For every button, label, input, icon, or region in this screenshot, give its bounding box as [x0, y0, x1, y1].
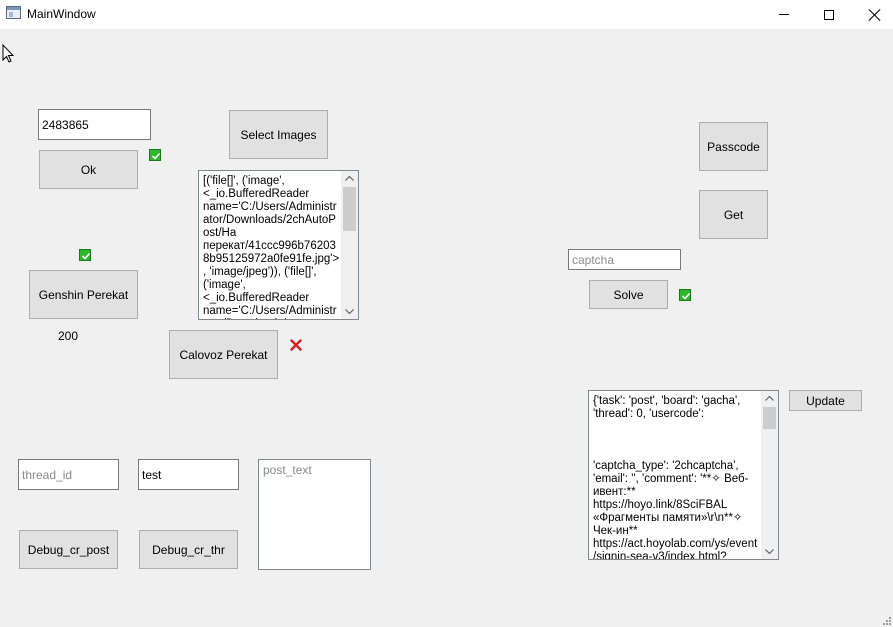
images-scrollbar[interactable]	[341, 171, 358, 319]
update-button[interactable]: Update	[789, 390, 862, 411]
solve-status-check-icon	[679, 289, 691, 301]
mouse-cursor-icon	[2, 44, 14, 63]
title-bar[interactable]: MainWindow	[0, 0, 893, 29]
resize-grip-icon[interactable]	[880, 614, 892, 626]
maximize-icon	[824, 9, 834, 20]
close-button[interactable]	[852, 0, 893, 29]
payload-textbox[interactable]: {'task': 'post', 'board': 'gacha', 'thre…	[588, 390, 779, 560]
app-icon	[6, 6, 21, 19]
passcode-button[interactable]: Passcode	[699, 122, 768, 171]
scroll-down-icon[interactable]	[341, 304, 358, 319]
scroll-down-icon[interactable]	[761, 544, 778, 559]
genshin-status-check-icon	[79, 249, 91, 261]
debug-cr-thr-button[interactable]: Debug_cr_thr	[139, 530, 238, 569]
genshin-perekat-button[interactable]: Genshin Perekat	[29, 270, 138, 319]
close-icon	[869, 9, 881, 21]
scroll-up-icon[interactable]	[341, 171, 358, 186]
solve-button[interactable]: Solve	[589, 280, 668, 309]
ok-button[interactable]: Ok	[39, 150, 138, 189]
payload-scrollbar[interactable]	[761, 391, 778, 559]
calovoz-perekat-button[interactable]: Calovoz Perekat	[169, 330, 278, 379]
debug-cr-post-button[interactable]: Debug_cr_post	[19, 530, 118, 569]
minimize-icon	[779, 14, 789, 15]
genshin-status-code: 200	[58, 329, 79, 343]
id-input[interactable]: 2483865	[38, 109, 151, 140]
post-text-input[interactable]: post_text	[258, 459, 371, 570]
ok-status-check-icon	[149, 149, 161, 161]
post-text-placeholder: post_text	[263, 463, 312, 477]
thread-id-input[interactable]: thread_id	[18, 459, 119, 490]
images-text: [('file[]', ('image', <_io.BufferedReade…	[203, 175, 340, 319]
select-images-button[interactable]: Select Images	[229, 110, 328, 159]
maximize-button[interactable]	[806, 0, 852, 29]
window-title: MainWindow	[27, 7, 96, 21]
scroll-thumb[interactable]	[763, 407, 776, 429]
payload-text: {'task': 'post', 'board': 'gacha', 'thre…	[593, 395, 758, 560]
minimize-button[interactable]	[761, 0, 807, 29]
scroll-thumb[interactable]	[343, 187, 356, 231]
scroll-up-icon[interactable]	[761, 391, 778, 406]
images-textbox[interactable]: [('file[]', ('image', <_io.BufferedReade…	[198, 170, 359, 320]
captcha-input[interactable]: captcha	[568, 249, 681, 270]
test-input[interactable]: test	[138, 459, 239, 490]
calovoz-status-cross-icon	[290, 339, 302, 351]
get-button[interactable]: Get	[699, 190, 768, 239]
